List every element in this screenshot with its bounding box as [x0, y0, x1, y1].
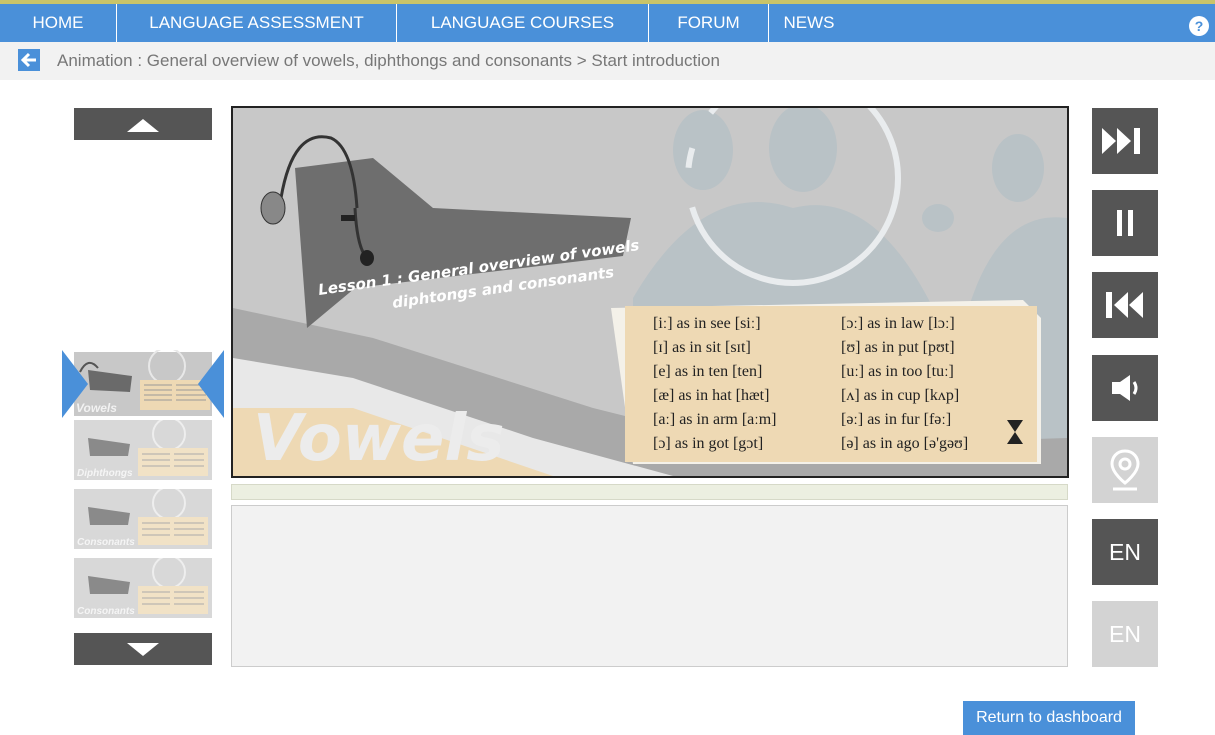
- pause-button[interactable]: [1092, 190, 1158, 256]
- phonetic-right-6: [ə] as in ago [ə'gəʊ]: [841, 435, 968, 452]
- location-button[interactable]: [1092, 437, 1158, 503]
- rewind-to-start-icon: [1106, 292, 1143, 318]
- thumbnails-down-button[interactable]: [74, 633, 212, 665]
- phonetic-left-6: [ɔ] as in got [gɔt]: [653, 435, 763, 452]
- main-nav: HOME LANGUAGE ASSESSMENT LANGUAGE COURSE…: [0, 4, 1215, 42]
- skip-forward-icon: [1102, 128, 1140, 154]
- slide-canvas: Lesson 1 : General overview of vowels di…: [233, 108, 1067, 476]
- thumbnail-label: Vowels: [76, 401, 117, 415]
- thumbnail-label: Consonants: [77, 537, 135, 548]
- back-arrow-icon[interactable]: [18, 49, 40, 71]
- language-primary-label: EN: [1109, 539, 1141, 565]
- help-icon[interactable]: ?: [1189, 16, 1209, 36]
- thumbnail-label: Diphthongs: [77, 468, 133, 479]
- thumbnail-consonants-1[interactable]: Consonants: [74, 489, 212, 549]
- pause-icon: [1117, 210, 1133, 236]
- chevron-up-icon: [127, 119, 159, 132]
- animation-player[interactable]: Lesson 1 : General overview of vowels di…: [231, 106, 1069, 478]
- phonetic-right-2: [ʊ] as in put [pʊt]: [841, 339, 955, 356]
- thumbnail-consonants-2[interactable]: Consonants: [74, 558, 212, 618]
- phonetic-right-5: [əː] as in fur [fəː]: [841, 411, 951, 428]
- thumbnail-label: Consonants: [77, 606, 135, 617]
- phonetic-left-4: [æ] as in hat [hæt]: [653, 387, 769, 404]
- phonetic-left-5: [aː] as in arm [aːm]: [653, 411, 777, 428]
- chevron-down-icon: [127, 643, 159, 656]
- rewind-to-start-button[interactable]: [1092, 272, 1158, 338]
- transcript-panel: [231, 505, 1068, 667]
- thumbnails-up-button[interactable]: [74, 108, 212, 140]
- nav-language-assessment[interactable]: LANGUAGE ASSESSMENT: [117, 4, 397, 42]
- language-primary-button[interactable]: EN: [1092, 519, 1158, 585]
- speaker-icon: [1112, 375, 1138, 401]
- volume-button[interactable]: [1092, 355, 1158, 421]
- phonetic-left-1: [iː] as in see [siː]: [653, 315, 761, 332]
- return-to-dashboard-button[interactable]: Return to dashboard: [963, 701, 1135, 735]
- breadcrumb: Animation : General overview of vowels, …: [57, 51, 720, 70]
- thumbnail-diphthongs[interactable]: Diphthongs: [74, 420, 212, 480]
- language-secondary-label: EN: [1109, 621, 1141, 647]
- thumbnail-vowels[interactable]: Vowels: [62, 350, 224, 418]
- phonetic-right-4: [ʌ] as in cup [kʌp]: [841, 387, 959, 404]
- progress-bar[interactable]: [231, 484, 1068, 500]
- skip-forward-button[interactable]: [1092, 108, 1158, 174]
- location-pin-icon: [1110, 449, 1140, 491]
- phonetic-right-1: [ɔː] as in law [lɔː]: [841, 315, 955, 332]
- nav-home[interactable]: HOME: [0, 4, 117, 42]
- phonetic-right-3: [uː] as in too [tuː]: [841, 363, 954, 380]
- language-secondary-button[interactable]: EN: [1092, 601, 1158, 667]
- breadcrumb-bar: Animation : General overview of vowels, …: [0, 42, 1215, 80]
- nav-forum[interactable]: FORUM: [649, 4, 769, 42]
- nav-language-courses[interactable]: LANGUAGE COURSES: [397, 4, 649, 42]
- big-word-vowels: Vowels: [253, 402, 504, 476]
- nav-news[interactable]: NEWS: [769, 4, 849, 42]
- phonetic-left-3: [e] as in ten [ten]: [653, 363, 762, 380]
- phonetic-left-2: [ɪ] as in sit [sɪt]: [653, 339, 751, 356]
